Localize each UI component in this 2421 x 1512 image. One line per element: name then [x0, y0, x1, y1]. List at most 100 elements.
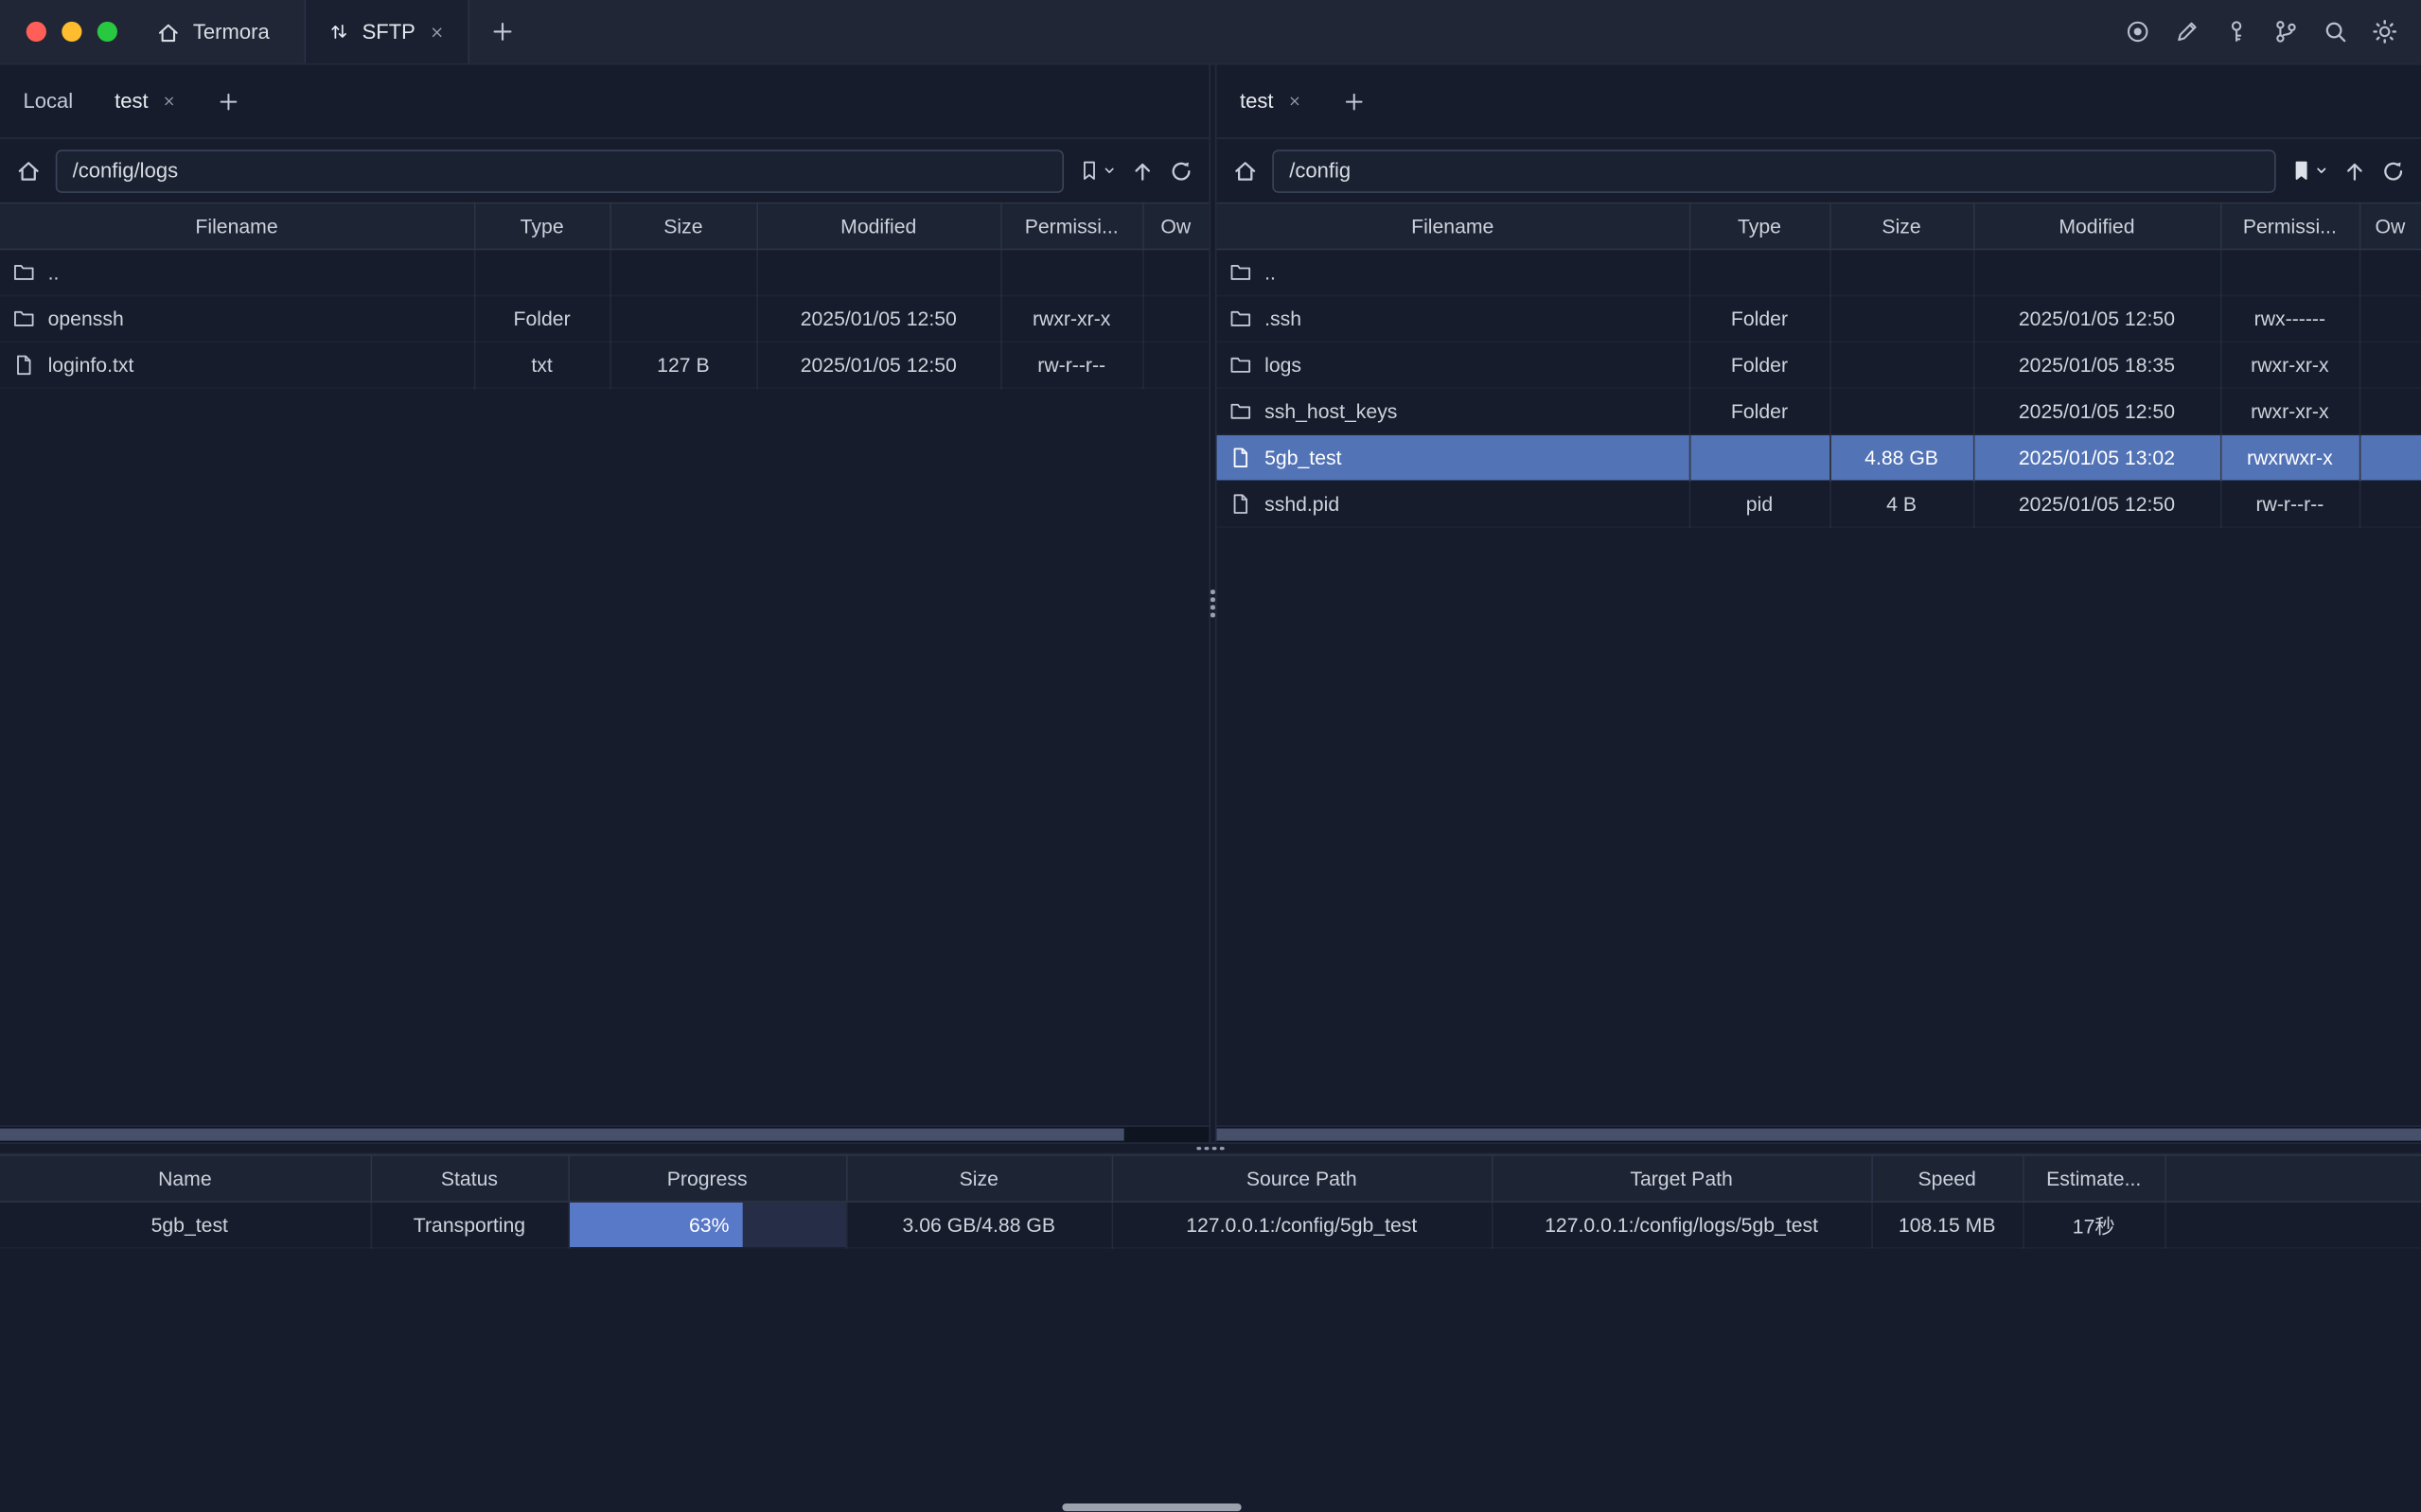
path-input[interactable] — [56, 149, 1064, 192]
tab-local[interactable]: Local — [23, 90, 73, 113]
col-filename[interactable]: Filename — [0, 203, 474, 250]
sftp-split-view: Local test — [0, 65, 2421, 1143]
file-row-selected[interactable]: 5gb_test 4.88 GB 2025/01/05 13:02 rwxrwx… — [1217, 434, 2421, 481]
new-tab-button[interactable] — [491, 20, 514, 43]
file-type: pid — [1689, 481, 1829, 527]
file-row[interactable]: sshd.pid pid 4 B 2025/01/05 12:50 rw-r--… — [1217, 481, 2421, 527]
app-window: Termora SFTP Local test — [0, 0, 2421, 1512]
col-source-path[interactable]: Source Path — [1112, 1155, 1492, 1202]
file-size — [1829, 295, 1973, 342]
right-pathbar — [1217, 139, 2421, 202]
col-status[interactable]: Status — [371, 1155, 569, 1202]
file-owner — [1142, 249, 1209, 295]
bottom-scrollbar-thumb[interactable] — [1062, 1503, 1241, 1510]
add-tab-button[interactable] — [218, 90, 239, 112]
col-modified[interactable]: Modified — [1973, 203, 2220, 250]
horizontal-scrollbar[interactable] — [0, 1125, 1209, 1142]
scrollbar-thumb[interactable] — [1217, 1129, 2421, 1141]
col-permissions[interactable]: Permissi... — [1000, 203, 1142, 250]
horizontal-scrollbar[interactable] — [1217, 1125, 2421, 1142]
tab-test[interactable]: test — [115, 90, 176, 113]
file-modified: 2025/01/05 12:50 — [1973, 388, 2220, 434]
col-size[interactable]: Size — [1829, 203, 1973, 250]
record-icon[interactable] — [2125, 19, 2151, 45]
file-permissions: rwxrwxr-x — [2220, 434, 2359, 481]
add-tab-button[interactable] — [1343, 90, 1365, 112]
file-row[interactable]: loginfo.txt txt 127 B 2025/01/05 12:50 r… — [0, 342, 1209, 388]
close-tab-icon[interactable] — [430, 24, 445, 39]
transfer-list-empty-area — [0, 1249, 2421, 1512]
col-modified[interactable]: Modified — [756, 203, 1000, 250]
tab-test[interactable]: test — [1240, 90, 1301, 113]
settings-icon[interactable] — [2372, 19, 2398, 45]
col-type[interactable]: Type — [1689, 203, 1829, 250]
transfer-speed: 108.15 MB — [1871, 1202, 2023, 1248]
col-type[interactable]: Type — [474, 203, 610, 250]
home-directory-icon[interactable] — [15, 157, 42, 184]
col-progress[interactable]: Progress — [568, 1155, 846, 1202]
refresh-icon[interactable] — [1169, 158, 1193, 183]
minimize-window-button[interactable] — [62, 22, 81, 42]
chevron-down-icon[interactable] — [2314, 164, 2328, 178]
file-modified — [1973, 249, 2220, 295]
file-row[interactable]: .. — [0, 249, 1209, 295]
scrollbar-thumb[interactable] — [0, 1129, 1124, 1141]
col-size[interactable]: Size — [846, 1155, 1112, 1202]
file-row[interactable]: .. — [1217, 249, 2421, 295]
folder-icon — [12, 261, 35, 284]
tab-termora-home[interactable]: Termora — [156, 19, 270, 44]
left-file-table: Filename Type Size Modified Permissi... … — [0, 202, 1209, 1126]
file-row[interactable]: logs Folder 2025/01/05 18:35 rwxr-xr-x — [1217, 342, 2421, 388]
file-row[interactable]: ssh_host_keys Folder 2025/01/05 12:50 rw… — [1217, 388, 2421, 434]
key-icon[interactable] — [2223, 19, 2250, 45]
col-owner[interactable]: Ow — [1142, 203, 1209, 250]
branch-icon[interactable] — [2272, 19, 2299, 45]
file-name-cell: 5gb_test — [1217, 434, 1689, 481]
parent-directory-icon[interactable] — [2342, 158, 2367, 183]
file-name: .. — [1264, 261, 1276, 284]
close-window-button[interactable] — [27, 22, 46, 42]
refresh-icon[interactable] — [2381, 158, 2406, 183]
progress-bar: 63% — [569, 1203, 845, 1247]
tab-sftp[interactable]: SFTP — [304, 0, 469, 63]
bookmark-filled-icon[interactable] — [2289, 159, 2312, 182]
path-input[interactable] — [1272, 149, 2275, 192]
close-tab-icon[interactable] — [1287, 95, 1301, 109]
col-permissions[interactable]: Permissi... — [2220, 203, 2359, 250]
close-tab-icon[interactable] — [162, 95, 176, 109]
folder-icon — [1229, 400, 1252, 423]
col-estimate[interactable]: Estimate... — [2023, 1155, 2165, 1202]
edit-icon[interactable] — [2174, 19, 2200, 45]
traffic-lights — [27, 22, 117, 42]
col-target-path[interactable]: Target Path — [1492, 1155, 1871, 1202]
col-filename[interactable]: Filename — [1217, 203, 1689, 250]
file-row[interactable]: openssh Folder 2025/01/05 12:50 rwxr-xr-… — [0, 295, 1209, 342]
home-directory-icon[interactable] — [1232, 157, 1259, 184]
search-icon[interactable] — [2323, 19, 2349, 45]
file-owner — [2359, 249, 2421, 295]
file-permissions: rw-r--r-- — [2220, 481, 2359, 527]
transfer-panel-splitter[interactable] — [0, 1142, 2421, 1154]
file-icon — [1229, 492, 1252, 515]
chevron-down-icon[interactable] — [1103, 164, 1117, 178]
file-type: Folder — [474, 295, 610, 342]
folder-icon — [1229, 261, 1252, 284]
col-owner[interactable]: Ow — [2359, 203, 2421, 250]
zoom-window-button[interactable] — [97, 22, 117, 42]
progress-label: 63% — [689, 1213, 729, 1236]
file-type — [474, 249, 610, 295]
transfer-row[interactable]: 5gb_test Transporting 63% 3.06 GB/4.88 G… — [0, 1202, 2421, 1248]
col-speed[interactable]: Speed — [1871, 1155, 2023, 1202]
file-modified: 2025/01/05 12:50 — [756, 342, 1000, 388]
transfer-arrows-icon — [328, 22, 348, 42]
col-name[interactable]: Name — [0, 1155, 371, 1202]
parent-directory-icon[interactable] — [1130, 158, 1155, 183]
file-name-cell: openssh — [0, 295, 474, 342]
pane-splitter[interactable] — [1209, 65, 1216, 1143]
col-size[interactable]: Size — [610, 203, 756, 250]
bookmark-icon[interactable] — [1078, 159, 1101, 182]
file-modified — [756, 249, 1000, 295]
file-owner — [1142, 342, 1209, 388]
file-row[interactable]: .ssh Folder 2025/01/05 12:50 rwx------ — [1217, 295, 2421, 342]
folder-icon — [1229, 354, 1252, 377]
